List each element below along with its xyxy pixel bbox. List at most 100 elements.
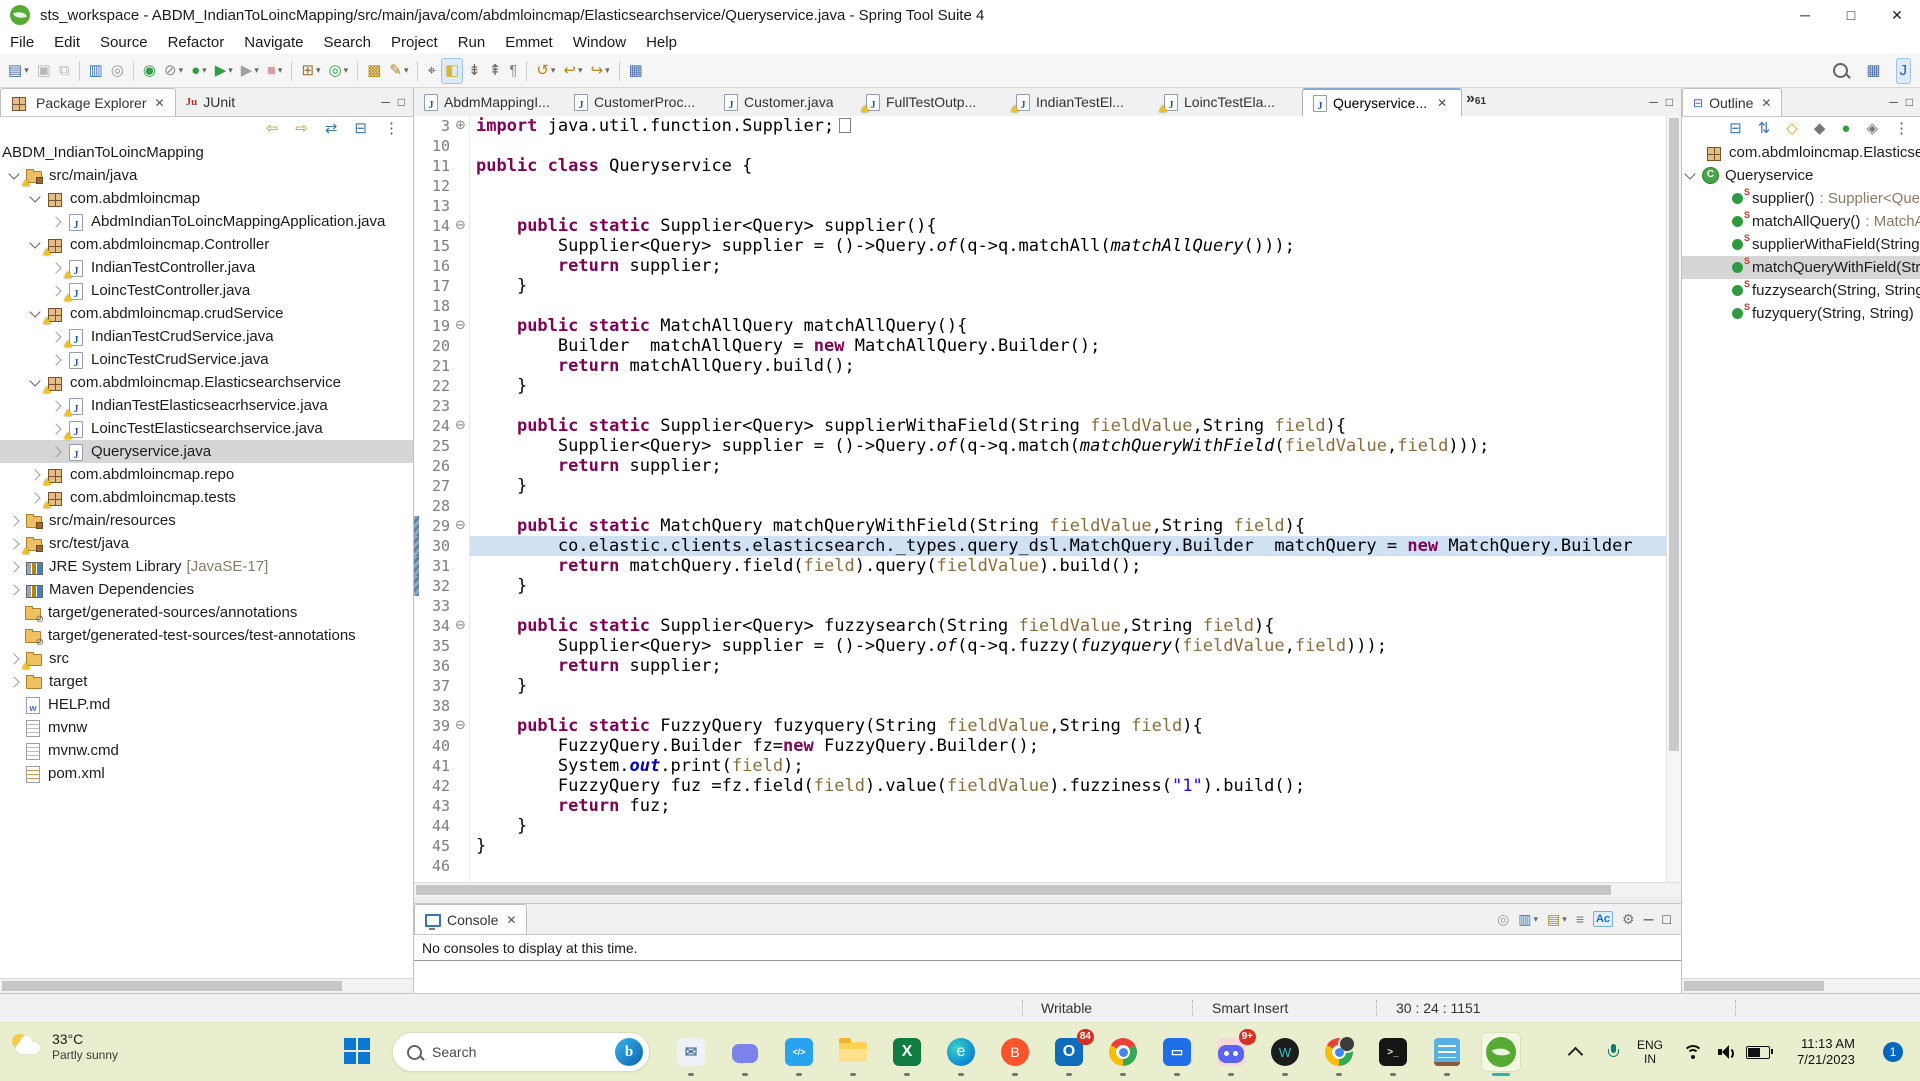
fold-collapse-icon[interactable]: ⊖	[452, 316, 469, 336]
code-line-13[interactable]	[476, 196, 1681, 216]
gutter-line-13[interactable]: 13	[414, 196, 469, 216]
chevron-right-icon[interactable]	[50, 353, 62, 366]
gutter-line-37[interactable]: 37	[414, 676, 469, 696]
tree-item-com-abdmloincmap-repo[interactable]: com.abdmloincmap.repo	[0, 463, 413, 486]
hide-non-public-icon[interactable]: ●	[1838, 117, 1853, 141]
code-line-12[interactable]	[476, 176, 1681, 196]
tray-chevron-up-icon[interactable]	[1560, 1023, 1590, 1081]
maximize-console-icon[interactable]: □	[1663, 911, 1671, 927]
maximize-view-icon[interactable]: □	[1666, 95, 1673, 109]
editor-gutter[interactable]: 3 ⊕ 10 11 12 13 14 ⊖ 15 16 17 18 19 ⊖ 20 21 22 23 24 ⊖ 25 26 2…	[414, 116, 470, 882]
editor-tab-overflow[interactable]: » 61	[1462, 88, 1490, 116]
gutter-line-30[interactable]: 30	[414, 536, 469, 556]
language-indicator[interactable]: ENG IN	[1630, 1023, 1670, 1081]
menu-emmet[interactable]: Emmet	[495, 30, 563, 54]
outline-hscrollbar[interactable]	[1682, 978, 1920, 993]
editor-tab-abdmmappingi[interactable]: AbdmMappingI...	[414, 88, 564, 116]
console-settings-icon[interactable]: ⚙	[1622, 911, 1635, 928]
minimize-view-icon[interactable]: ─	[1889, 95, 1898, 109]
gutter-line-11[interactable]: 11	[414, 156, 469, 176]
code-line-28[interactable]	[476, 496, 1681, 516]
gutter-line-28[interactable]: 28	[414, 496, 469, 516]
tree-item-indiantestcontroller-java[interactable]: IndianTestController.java	[0, 256, 413, 279]
code-line-41[interactable]: System.out.print(field);	[476, 756, 1681, 776]
fold-collapse-icon[interactable]: ⊖	[452, 716, 469, 736]
menu-window[interactable]: Window	[563, 30, 636, 54]
gutter-line-46[interactable]: 46	[414, 856, 469, 876]
save-icon[interactable]: ▣	[34, 59, 54, 83]
minimize-window-icon[interactable]: ─	[1782, 0, 1828, 30]
chevron-right-icon[interactable]	[8, 537, 20, 550]
minimize-view-icon[interactable]: ─	[381, 95, 390, 109]
gutter-line-25[interactable]: 25	[414, 436, 469, 456]
hide-local-types-icon[interactable]: ◈	[1863, 117, 1881, 141]
javadoc-icon[interactable]: ✎ ▾	[386, 59, 411, 83]
tree-item-maven-dependencies[interactable]: Maven Dependencies	[0, 578, 413, 601]
taskbar-app-mail[interactable]: ✉	[664, 1026, 718, 1078]
gutter-line-36[interactable]: 36	[414, 656, 469, 676]
taskbar-app-webex[interactable]: W	[1258, 1026, 1312, 1078]
tab-junit[interactable]: Ju JUnit	[176, 88, 246, 116]
outline-item-com-abdmloincmap-elasticsearchservice[interactable]: com.abdmloincmap.Elasticsearchservice	[1682, 141, 1920, 164]
debug-icon[interactable]: ● ▾	[188, 59, 210, 83]
fold-collapse-icon[interactable]: ⊖	[452, 616, 469, 636]
open-perspective-icon[interactable]: ▦	[626, 59, 646, 83]
chevron-down-icon[interactable]	[29, 237, 41, 249]
chevron-right-icon[interactable]	[50, 261, 62, 274]
tree-item-src-test-java[interactable]: src/test/java	[0, 532, 413, 555]
taskbar-app-teams-chat[interactable]	[718, 1026, 772, 1078]
code-line-15[interactable]: Supplier<Query> supplier = ()->Query.of(…	[476, 236, 1681, 256]
display-selected-console-icon[interactable]: ▥ ▾	[1518, 911, 1538, 928]
code-line-36[interactable]: return supplier;	[476, 656, 1681, 676]
export-jar-icon[interactable]: ▩	[364, 59, 384, 83]
code-line-46[interactable]	[476, 856, 1681, 876]
taskbar-app-file-explorer[interactable]	[826, 1026, 880, 1078]
chevron-right-icon[interactable]	[50, 284, 62, 297]
tree-item-com-abdmloincmap-tests[interactable]: com.abdmloincmap.tests	[0, 486, 413, 509]
taskbar-app-vscode[interactable]: </>	[772, 1026, 826, 1078]
gutter-line-27[interactable]: 27	[414, 476, 469, 496]
menu-project[interactable]: Project	[381, 30, 448, 54]
gutter-line-21[interactable]: 21	[414, 356, 469, 376]
chevron-down-icon[interactable]	[1684, 168, 1696, 180]
tree-item-src[interactable]: src	[0, 647, 413, 670]
close-tab-icon[interactable]: ✕	[506, 913, 516, 927]
editor-tab-indiantestel[interactable]: IndianTestEl...	[1006, 88, 1154, 116]
code-line-37[interactable]: }	[476, 676, 1681, 696]
minimize-console-icon[interactable]: ─	[1644, 911, 1654, 927]
skip-breakpoints-icon[interactable]: ⊘ ▾	[161, 59, 186, 83]
outline-item-matchallquery[interactable]: matchAllQuery() : MatchAllQuery	[1682, 210, 1920, 233]
wifi-icon[interactable]	[1678, 1023, 1708, 1081]
gutter-line-38[interactable]: 38	[414, 696, 469, 716]
tab-outline[interactable]: ⊟ Outline ✕	[1682, 88, 1783, 116]
chevron-right-icon[interactable]	[8, 583, 20, 596]
gutter-line-45[interactable]: 45	[414, 836, 469, 856]
sort-icon[interactable]: ⇅	[1755, 117, 1774, 141]
tree-item-com-abdmloincmap-elasticsearchservice[interactable]: com.abdmloincmap.Elasticsearchservice	[0, 371, 413, 394]
close-tab-icon[interactable]: ✕	[1437, 96, 1447, 110]
taskbar-app-edge[interactable]: e	[934, 1026, 988, 1078]
tree-item-indiantestelasticseacrhservice-java[interactable]: IndianTestElasticseacrhservice.java	[0, 394, 413, 417]
menu-edit[interactable]: Edit	[44, 30, 90, 54]
save-all-icon[interactable]: ⧉	[56, 59, 73, 83]
maximize-view-icon[interactable]: □	[1906, 95, 1913, 109]
code-line-32[interactable]: }	[476, 576, 1681, 596]
chevron-down-icon[interactable]	[29, 191, 41, 203]
code-line-34[interactable]: public static Supplier<Query> fuzzysearc…	[476, 616, 1681, 636]
notification-badge[interactable]: 1	[1880, 1023, 1906, 1081]
collapse-all-icon[interactable]: ⊟	[351, 117, 370, 141]
tree-item-com-abdmloincmap-controller[interactable]: com.abdmloincmap.Controller	[0, 233, 413, 256]
show-console-icon[interactable]: ▥	[86, 59, 106, 83]
code-line-10[interactable]	[476, 136, 1681, 156]
fold-collapse-icon[interactable]: ⊖	[452, 416, 469, 436]
gutter-line-29[interactable]: 29 ⊖	[414, 516, 469, 536]
link-with-editor-icon[interactable]: ⇄	[322, 117, 341, 141]
gutter-line-34[interactable]: 34 ⊖	[414, 616, 469, 636]
editor-code-area[interactable]: import java.util.function.Supplier; publi…	[470, 116, 1681, 882]
code-line-26[interactable]: return supplier;	[476, 456, 1681, 476]
code-line-40[interactable]: FuzzyQuery.Builder fz=new FuzzyQuery.Bui…	[476, 736, 1681, 756]
taskbar-weather-widget[interactable]: 33°C Partly sunny	[10, 1031, 118, 1063]
chevron-right-icon[interactable]	[50, 399, 62, 412]
previous-annotation-icon[interactable]: ⇞	[486, 59, 505, 83]
gutter-line-12[interactable]: 12	[414, 176, 469, 196]
